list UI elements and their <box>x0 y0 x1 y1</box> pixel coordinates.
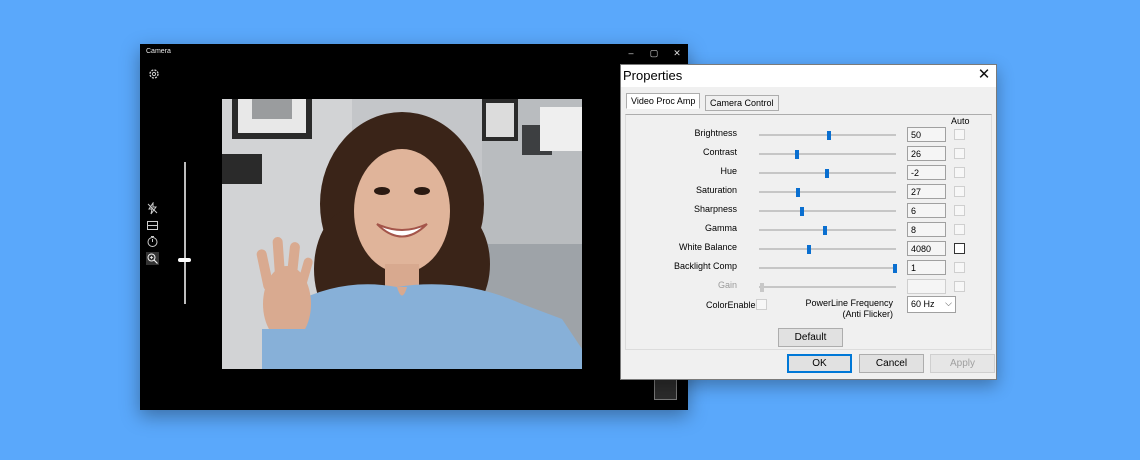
auto-checkbox[interactable] <box>954 129 965 140</box>
property-value-field[interactable]: 26 <box>907 146 946 161</box>
property-slider[interactable] <box>759 226 896 235</box>
zoom-slider-thumb[interactable] <box>178 258 191 262</box>
capture-button[interactable] <box>654 378 677 400</box>
property-slider-thumb[interactable] <box>893 264 897 273</box>
color-enable-label: ColorEnable <box>706 300 756 310</box>
property-value-field[interactable]: -2 <box>907 165 946 180</box>
powerline-frequency-select[interactable]: 60 Hz ⌵ <box>907 296 956 313</box>
property-slider[interactable] <box>759 169 896 178</box>
property-label: White Balance <box>678 242 737 252</box>
property-slider[interactable] <box>759 188 896 197</box>
property-slider[interactable] <box>759 264 897 273</box>
property-value-field[interactable]: 50 <box>907 127 946 142</box>
auto-checkbox[interactable] <box>954 224 965 235</box>
video-proc-amp-panel: Auto ColorEnable PowerLine Frequency (An… <box>625 114 992 350</box>
property-label: Gain <box>717 280 737 290</box>
property-slider[interactable] <box>759 207 896 216</box>
property-slider-thumb[interactable] <box>823 226 827 235</box>
property-value-field[interactable]: 1 <box>907 260 946 275</box>
powerline-frequency-value: 60 Hz <box>911 299 935 309</box>
tab-camera-control[interactable]: Camera Control <box>705 95 779 111</box>
minimize-button[interactable]: – <box>620 46 642 60</box>
property-label: Backlight Comp <box>673 261 737 271</box>
cancel-button[interactable]: Cancel <box>859 354 924 373</box>
property-slider-thumb[interactable] <box>807 245 811 254</box>
property-label: Contrast <box>702 147 737 157</box>
property-label: Brightness <box>694 128 737 138</box>
close-button[interactable]: ✕ <box>666 46 688 60</box>
camera-window: Camera – ▢ ✕ <box>140 44 688 410</box>
property-label: Saturation <box>695 185 737 195</box>
property-slider <box>759 283 896 292</box>
property-value-field[interactable]: 8 <box>907 222 946 237</box>
maximize-button[interactable]: ▢ <box>643 46 665 60</box>
powerline-anti-flicker-label: (Anti Flicker) <box>842 309 893 319</box>
property-label: Gamma <box>704 223 737 233</box>
property-slider-thumb[interactable] <box>827 131 831 140</box>
auto-checkbox[interactable] <box>954 262 965 273</box>
dialog-close-button[interactable]: ✕ <box>976 66 992 84</box>
auto-checkbox[interactable] <box>954 243 965 254</box>
auto-column-header: Auto <box>951 116 970 126</box>
property-value-field[interactable]: 27 <box>907 184 946 199</box>
property-slider-thumb[interactable] <box>800 207 804 216</box>
camera-window-title: Camera <box>146 48 171 55</box>
flash-off-icon[interactable] <box>146 202 159 215</box>
property-slider[interactable] <box>759 131 896 140</box>
ok-button[interactable]: OK <box>787 354 852 373</box>
camera-preview <box>222 99 582 369</box>
auto-checkbox[interactable] <box>954 205 965 216</box>
property-slider-thumb[interactable] <box>796 188 800 197</box>
auto-checkbox[interactable] <box>954 148 965 159</box>
default-button[interactable]: Default <box>778 328 843 347</box>
property-value-field <box>907 279 946 294</box>
properties-dialog: Properties ✕ Video Proc Amp Camera Contr… <box>620 64 997 380</box>
chevron-down-icon: ⌵ <box>945 298 952 308</box>
auto-checkbox[interactable] <box>954 186 965 197</box>
property-slider-thumb[interactable] <box>825 169 829 178</box>
property-label: Hue <box>720 166 737 176</box>
property-label: Sharpness <box>693 204 737 214</box>
auto-checkbox <box>954 281 965 292</box>
timer-icon[interactable] <box>146 235 159 248</box>
property-value-field[interactable]: 6 <box>907 203 946 218</box>
auto-checkbox[interactable] <box>954 167 965 178</box>
tab-video-proc-amp[interactable]: Video Proc Amp <box>626 93 701 109</box>
settings-icon[interactable] <box>148 68 160 80</box>
color-enable-checkbox[interactable] <box>756 299 767 310</box>
zoom-icon[interactable] <box>146 252 159 265</box>
property-slider-thumb <box>760 283 764 292</box>
dialog-titlebar: Properties ✕ <box>621 65 996 87</box>
hdr-icon[interactable] <box>146 219 159 232</box>
dialog-title: Properties <box>623 68 683 83</box>
property-slider[interactable] <box>759 150 896 159</box>
property-slider[interactable] <box>759 245 896 254</box>
property-value-field[interactable]: 4080 <box>907 241 946 256</box>
property-slider-thumb[interactable] <box>795 150 799 159</box>
apply-button[interactable]: Apply <box>930 354 995 373</box>
powerline-frequency-label: PowerLine Frequency <box>805 298 893 308</box>
zoom-slider-track[interactable] <box>184 162 186 304</box>
